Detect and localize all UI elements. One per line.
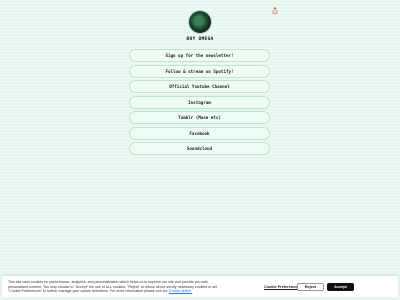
link-tumblr[interactable]: Tumblr (Muse etc) [129, 111, 270, 124]
link-newsletter[interactable]: Sign up for the newsletter! [129, 49, 270, 62]
link-spotify[interactable]: Follow & stream on Spotify! [129, 64, 270, 78]
link-youtube[interactable]: Official Youtube Channel [129, 80, 270, 93]
cookie-banner-text: This site uses cookies for performance, … [8, 280, 220, 294]
link-soundcloud[interactable]: Soundcloud [129, 142, 270, 155]
accept-button[interactable]: Accept [327, 283, 354, 291]
reject-button[interactable]: Reject [297, 283, 324, 291]
links-list: Sign up for the newsletter! Follow & str… [129, 49, 270, 158]
cookie-notice-link[interactable]: Cookie Notice. [169, 289, 192, 293]
profile-header: BOY OMEGA [0, 11, 400, 42]
profile-name: BOY OMEGA [186, 37, 214, 42]
avatar [189, 11, 211, 33]
cookie-preferences-button[interactable]: Cookie Preferences [264, 285, 299, 289]
link-facebook[interactable]: Facebook [129, 126, 270, 140]
link-instagram[interactable]: Instagram [129, 95, 270, 109]
cookie-banner: This site uses cookies for performance, … [2, 276, 398, 297]
